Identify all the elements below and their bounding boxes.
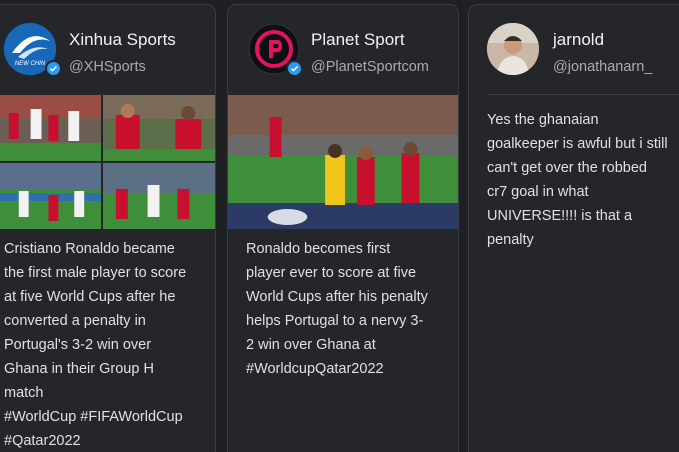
tweet-text: Yes the ghanaian goalkeeper is awful but…: [487, 112, 668, 248]
user-photo-avatar[interactable]: [487, 23, 539, 75]
tweet-photo-grid[interactable]: [0, 95, 215, 229]
photo-2[interactable]: [102, 95, 215, 161]
tweet-card-jarnold[interactable]: jarnold @jonathanarn_ Yes the ghanaian g…: [468, 4, 679, 452]
verified-badge-icon: [286, 60, 303, 77]
tweet-photo[interactable]: [228, 95, 458, 229]
tweet-text: Ronaldo becomes first player ever to sco…: [246, 241, 428, 377]
display-name[interactable]: Xinhua Sports: [69, 30, 176, 50]
verified-badge-icon: [45, 60, 62, 77]
header-divider: [487, 94, 679, 95]
tweet-card-planet-sport[interactable]: Planet Sport @PlanetSportcom Ronaldo bec…: [227, 4, 459, 452]
tweet-header: NEW CHIN Xinhua Sports @XHSports: [0, 5, 215, 95]
display-name[interactable]: Planet Sport: [311, 30, 405, 50]
user-handle[interactable]: @PlanetSportcom: [311, 59, 429, 75]
tweet-card-xinhua[interactable]: NEW CHIN Xinhua Sports @XHSports Cristia…: [0, 4, 216, 452]
user-handle[interactable]: @XHSports: [69, 59, 146, 75]
tweet-header: Planet Sport @PlanetSportcom: [228, 5, 458, 95]
user-handle[interactable]: @jonathanarn_: [553, 59, 652, 75]
photo-3[interactable]: [0, 163, 102, 229]
photo-4[interactable]: [102, 163, 215, 229]
display-name[interactable]: jarnold: [553, 30, 604, 50]
tweet-text: Cristiano Ronaldo became the first male …: [4, 241, 187, 449]
tweet-header: jarnold @jonathanarn_: [469, 5, 679, 95]
xinhua-logo-text: NEW CHIN: [15, 61, 46, 67]
photo-1[interactable]: [0, 95, 102, 161]
